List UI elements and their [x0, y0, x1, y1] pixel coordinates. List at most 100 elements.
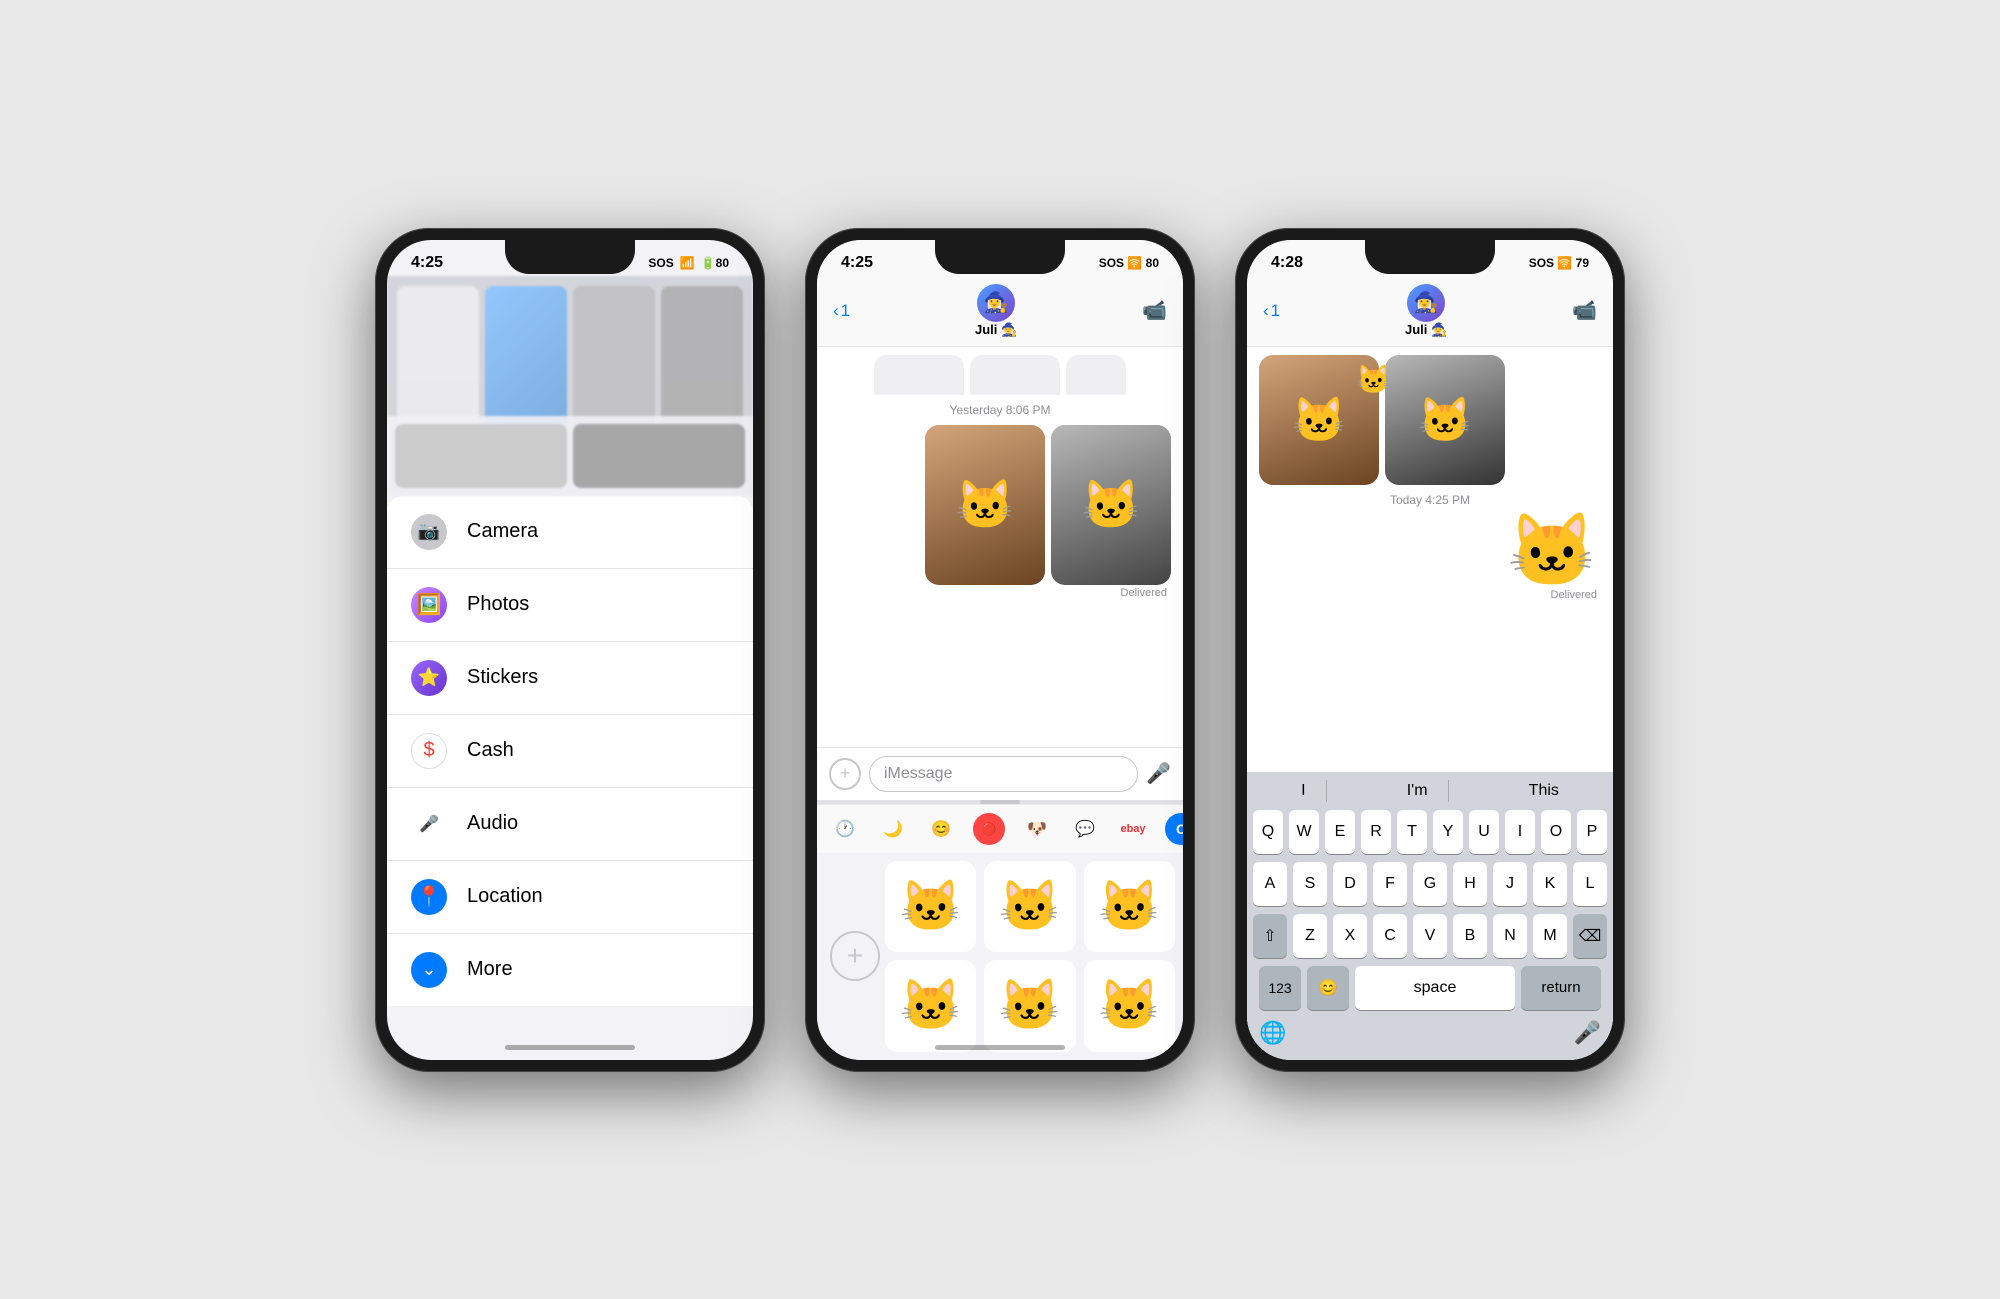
app-ebay[interactable]: ebay	[1117, 813, 1149, 845]
key-S[interactable]: S	[1293, 862, 1327, 906]
key-A[interactable]: A	[1253, 862, 1287, 906]
timestamp-2: Yesterday 8:06 PM	[829, 403, 1171, 417]
back-button-2[interactable]: ‹ 1	[833, 301, 850, 321]
plus-button-2[interactable]: +	[829, 758, 861, 790]
back-button-3[interactable]: ‹ 1	[1263, 301, 1280, 321]
sticker-sent: 🐱	[1259, 515, 1601, 587]
home-indicator-1	[505, 1045, 635, 1050]
sticker-6[interactable]: 🐱	[1084, 960, 1175, 1051]
key-U[interactable]: U	[1469, 810, 1499, 854]
action-more[interactable]: ⌄ More	[387, 934, 753, 1006]
nav-bar-2: ‹ 1 🧙‍♀️ Juli 🧙 📹	[817, 276, 1183, 347]
autocorrect-0[interactable]: I	[1281, 780, 1326, 802]
keyboard-row-1: Q W E R T Y U I O P	[1247, 806, 1613, 858]
status-icons-2: SOS 🛜 80	[1099, 256, 1159, 270]
key-E[interactable]: E	[1325, 810, 1355, 854]
app-moon[interactable]: 🌙	[877, 813, 909, 845]
action-stickers[interactable]: ⭐ Stickers	[387, 642, 753, 715]
contact-info-2[interactable]: 🧙‍♀️ Juli 🧙	[975, 284, 1017, 338]
action-photos[interactable]: 🖼️ Photos	[387, 569, 753, 642]
action-location[interactable]: 📍 Location	[387, 861, 753, 934]
app-recents[interactable]: 🕐	[829, 813, 861, 845]
autocorrect-bar: I I'm This	[1247, 772, 1613, 806]
key-numbers[interactable]: 123	[1259, 966, 1301, 1010]
app-emoji[interactable]: 😊	[925, 813, 957, 845]
key-J[interactable]: J	[1493, 862, 1527, 906]
sticker-1[interactable]: 🐱	[885, 861, 976, 952]
mic-button-2[interactable]: 🎤	[1146, 761, 1171, 786]
sticker-5[interactable]: 🐱	[984, 960, 1075, 1051]
status-icons-3: SOS 🛜 79	[1529, 256, 1589, 270]
action-audio-label: Audio	[467, 812, 518, 835]
message-input-2[interactable]: iMessage	[869, 756, 1138, 792]
app-c[interactable]: C	[1165, 813, 1183, 845]
autocorrect-1[interactable]: I'm	[1387, 780, 1449, 802]
key-Z[interactable]: Z	[1293, 914, 1327, 958]
action-camera[interactable]: 📷 Camera	[387, 496, 753, 569]
contact-name-2: Juli 🧙	[975, 322, 1017, 338]
contact-avatar-2: 🧙‍♀️	[977, 284, 1015, 322]
app-dog[interactable]: 🐶	[1021, 813, 1053, 845]
app-periscope[interactable]: 🔴	[973, 813, 1005, 845]
video-button-3[interactable]: 📹	[1572, 298, 1597, 323]
sticker-4[interactable]: 🐱	[885, 960, 976, 1051]
nav-bar-3: ‹ 1 🧙‍♀️ Juli 🧙 📹	[1247, 276, 1613, 347]
key-Y[interactable]: Y	[1433, 810, 1463, 854]
notch-3	[1365, 240, 1495, 274]
key-M[interactable]: M	[1533, 914, 1567, 958]
keyboard: I I'm This Q W E R T Y U I O P	[1247, 772, 1613, 1060]
key-N[interactable]: N	[1493, 914, 1527, 958]
key-W[interactable]: W	[1289, 810, 1319, 854]
camera-icon: 📷	[411, 514, 447, 550]
key-T[interactable]: T	[1397, 810, 1427, 854]
key-emoji[interactable]: 😊	[1307, 966, 1349, 1010]
app-chat[interactable]: 💬	[1069, 813, 1101, 845]
key-B[interactable]: B	[1453, 914, 1487, 958]
key-P[interactable]: P	[1577, 810, 1607, 854]
app-strip-2: 🕐 🌙 😊 🔴 🐶 💬 ebay C	[817, 804, 1183, 853]
key-return[interactable]: return	[1521, 966, 1601, 1010]
status-icons-1: SOS 📶 🔋80	[648, 256, 729, 270]
key-backspace[interactable]: ⌫	[1573, 914, 1607, 958]
key-D[interactable]: D	[1333, 862, 1367, 906]
input-area-2: + iMessage 🎤	[817, 747, 1183, 800]
phone-2: 4:25 SOS 🛜 80 ‹ 1 🧙‍♀️ Juli 🧙 📹	[805, 228, 1195, 1072]
key-shift[interactable]: ⇧	[1253, 914, 1287, 958]
add-sticker-2[interactable]: +	[830, 931, 880, 981]
back-count-3: 1	[1271, 301, 1280, 321]
key-Q[interactable]: Q	[1253, 810, 1283, 854]
action-sheet: 📷 Camera 🖼️ Photos ⭐ Stickers $ Cash	[387, 496, 753, 1006]
key-X[interactable]: X	[1333, 914, 1367, 958]
video-button-2[interactable]: 📹	[1142, 298, 1167, 323]
phone-1: 4:25 SOS 📶 🔋80	[375, 228, 765, 1072]
action-stickers-label: Stickers	[467, 666, 538, 689]
autocorrect-2[interactable]: This	[1509, 780, 1579, 802]
key-F[interactable]: F	[1373, 862, 1407, 906]
contact-name-3: Juli 🧙	[1405, 322, 1447, 338]
key-space[interactable]: space	[1355, 966, 1515, 1010]
sticker-2[interactable]: 🐱	[984, 861, 1075, 952]
input-placeholder-2: iMessage	[884, 765, 952, 782]
key-G[interactable]: G	[1413, 862, 1447, 906]
key-L[interactable]: L	[1573, 862, 1607, 906]
key-I[interactable]: I	[1505, 810, 1535, 854]
notch	[505, 240, 635, 274]
key-C[interactable]: C	[1373, 914, 1407, 958]
key-R[interactable]: R	[1361, 810, 1391, 854]
action-photos-label: Photos	[467, 593, 529, 616]
image-msgs: 🐱 🐱	[829, 425, 1171, 585]
keyboard-row-3: ⇧ Z X C V B N M ⌫	[1247, 910, 1613, 962]
phone-3: 4:28 SOS 🛜 79 ‹ 1 🧙‍♀️ Juli 🧙 📹	[1235, 228, 1625, 1072]
key-O[interactable]: O	[1541, 810, 1571, 854]
key-H[interactable]: H	[1453, 862, 1487, 906]
action-cash[interactable]: $ Cash	[387, 715, 753, 788]
contact-avatar-3: 🧙‍♀️	[1407, 284, 1445, 322]
key-K[interactable]: K	[1533, 862, 1567, 906]
globe-icon[interactable]: 🌐	[1259, 1020, 1286, 1046]
audio-icon: 🎤	[411, 806, 447, 842]
key-V[interactable]: V	[1413, 914, 1447, 958]
contact-info-3[interactable]: 🧙‍♀️ Juli 🧙	[1405, 284, 1447, 338]
dictation-icon[interactable]: 🎤	[1574, 1020, 1601, 1046]
sticker-3[interactable]: 🐱	[1084, 861, 1175, 952]
action-audio[interactable]: 🎤 Audio	[387, 788, 753, 861]
